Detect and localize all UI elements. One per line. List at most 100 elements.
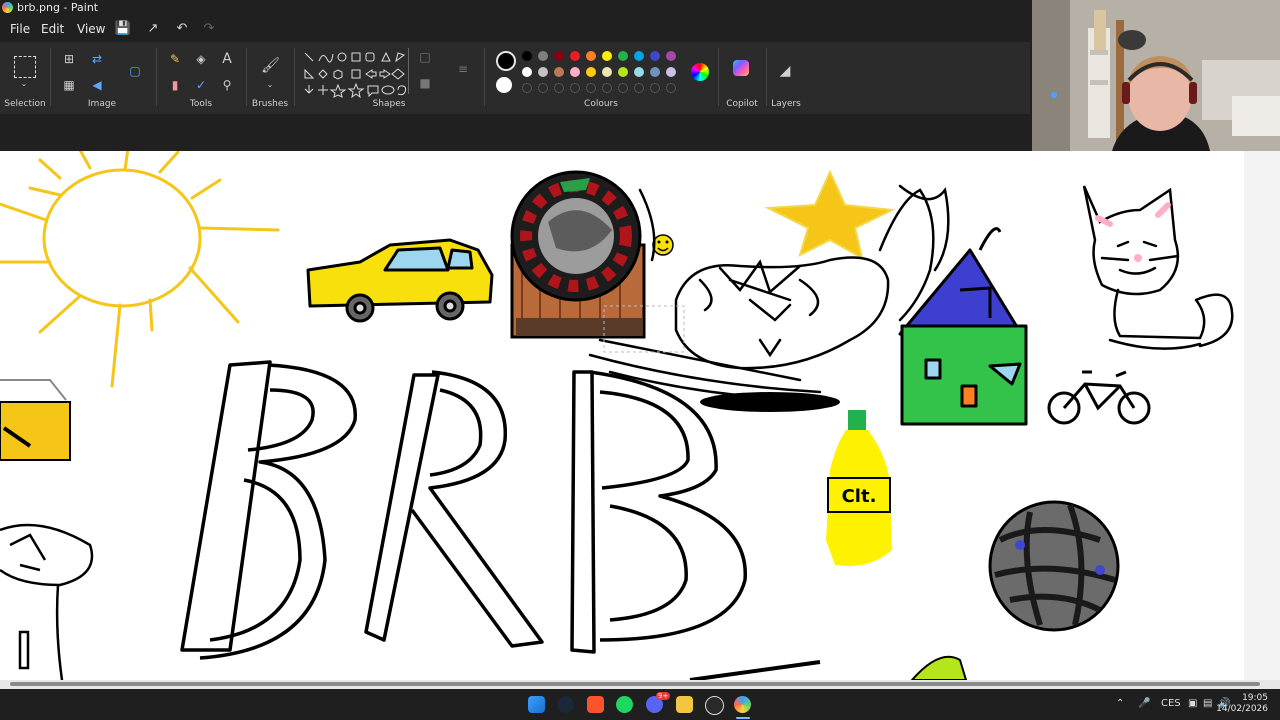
- shapes-label: Shapes: [372, 99, 406, 109]
- clock[interactable]: 19:05 14/02/2026: [1216, 693, 1268, 715]
- colour-swatch[interactable]: [650, 51, 660, 61]
- selection-label: Selection: [4, 99, 46, 109]
- start-icon[interactable]: [528, 696, 545, 713]
- share-icon[interactable]: ↗: [144, 20, 162, 38]
- colour-swatch[interactable]: [666, 51, 676, 61]
- spotify-icon[interactable]: [616, 696, 633, 713]
- custom-colour-slot[interactable]: [538, 83, 548, 93]
- color-picker-icon[interactable]: ✓: [192, 76, 210, 94]
- colour-swatch[interactable]: [634, 51, 644, 61]
- rotate-icon[interactable]: ◀: [88, 76, 106, 94]
- colour-swatch[interactable]: [554, 51, 564, 61]
- pencil-icon[interactable]: ✎: [166, 50, 184, 68]
- ball-drawing: [988, 500, 1120, 632]
- crop-icon[interactable]: ⊞: [60, 50, 78, 68]
- colour-swatch[interactable]: [522, 67, 532, 77]
- primary-color[interactable]: [496, 51, 516, 71]
- colour-swatch[interactable]: [570, 67, 580, 77]
- brushes-label: Brushes: [251, 99, 289, 109]
- scrollbar-thumb[interactable]: [10, 682, 1260, 686]
- chevron-up-icon[interactable]: ⌃: [1116, 698, 1124, 709]
- custom-colour-slot[interactable]: [634, 83, 644, 93]
- text-tool-icon[interactable]: A: [218, 50, 236, 68]
- bottle-label-text: Clt.: [842, 486, 877, 507]
- colour-swatch[interactable]: [634, 67, 644, 77]
- stroke-size-icon: ≡: [457, 62, 469, 76]
- copilot-label: Copilot: [726, 99, 758, 109]
- eraser-icon[interactable]: ▮: [166, 76, 184, 94]
- undo-icon[interactable]: ↶: [173, 20, 191, 38]
- colour-swatch[interactable]: [618, 51, 628, 61]
- save-icon[interactable]: 💾: [114, 20, 132, 38]
- edit-colours-icon[interactable]: [691, 63, 709, 81]
- colours-label: Colours: [584, 99, 618, 109]
- menu-edit[interactable]: Edit: [41, 22, 64, 36]
- colours-group: Colours: [486, 42, 716, 114]
- fill-icon[interactable]: ◈: [192, 50, 210, 68]
- bicycle-drawing: [1047, 370, 1151, 425]
- shapes-group: □ ■ ≡ Shapes: [296, 42, 482, 114]
- window-title: brb.png - Paint: [17, 1, 99, 14]
- magnifier-icon[interactable]: ⚲: [218, 76, 236, 94]
- display-icon[interactable]: ▣: [1188, 698, 1197, 709]
- partial-object-drawing: [0, 379, 71, 461]
- image-group: ⊞ ⇄ ▦ ◀ ▢ Image: [52, 42, 152, 114]
- colour-swatch[interactable]: [602, 51, 612, 61]
- resize-icon[interactable]: ⇄: [88, 50, 106, 68]
- colour-swatch[interactable]: [666, 67, 676, 77]
- copilot-group: Copilot: [720, 42, 764, 114]
- menu-file[interactable]: File: [10, 22, 30, 36]
- colour-swatch[interactable]: [650, 67, 660, 77]
- custom-colour-slot[interactable]: [618, 83, 628, 93]
- custom-colour-slot[interactable]: [650, 83, 660, 93]
- menu-bar: File Edit View 💾 ↗ ↶ ↷: [0, 16, 1030, 42]
- shapes-gallery[interactable]: [302, 50, 410, 100]
- file-explorer-icon[interactable]: [676, 696, 693, 713]
- drawing-canvas[interactable]: Clt.: [0, 151, 1244, 680]
- brave-icon[interactable]: [587, 696, 604, 713]
- chevron-down-icon[interactable]: ⌄: [15, 75, 33, 93]
- select-all-icon[interactable]: ▦: [60, 76, 78, 94]
- colour-swatch[interactable]: [538, 51, 548, 61]
- layers-group: ◢ Layers: [768, 42, 804, 114]
- tools-group: ✎ ◈ A ▮ ✓ ⚲ Tools: [158, 42, 244, 114]
- star-drawing: [764, 169, 896, 260]
- microphone-icon[interactable]: 🎤: [1138, 698, 1150, 709]
- custom-colour-slot[interactable]: [586, 83, 596, 93]
- webcam-overlay: [1032, 0, 1280, 151]
- custom-colour-slot[interactable]: [666, 83, 676, 93]
- colour-swatch[interactable]: [602, 67, 612, 77]
- image-creator-icon[interactable]: ▢: [126, 62, 144, 80]
- colour-swatch[interactable]: [570, 51, 580, 61]
- colour-swatch[interactable]: [618, 67, 628, 77]
- copilot-icon[interactable]: [733, 60, 749, 76]
- bottle-drawing: Clt.: [826, 410, 892, 566]
- chevron-down-icon[interactable]: ⌄: [261, 76, 279, 94]
- colour-swatch[interactable]: [586, 51, 596, 61]
- colour-swatch[interactable]: [554, 67, 564, 77]
- custom-colour-slot[interactable]: [554, 83, 564, 93]
- clock-date: 14/02/2026: [1216, 704, 1268, 714]
- discord-badge: 9+: [656, 692, 671, 700]
- custom-colour-slot[interactable]: [570, 83, 580, 93]
- brb-letters-drawing: [180, 360, 747, 660]
- webcam-feed-image: [1032, 0, 1280, 151]
- language-indicator[interactable]: CES: [1161, 698, 1181, 709]
- custom-colour-slot[interactable]: [602, 83, 612, 93]
- network-icon[interactable]: ▤: [1203, 698, 1212, 709]
- colour-swatch[interactable]: [538, 67, 548, 77]
- layers-icon[interactable]: ◢: [776, 62, 794, 80]
- horizontal-scrollbar[interactable]: [0, 680, 1280, 689]
- menu-view[interactable]: View: [77, 22, 105, 36]
- house-drawing: [898, 227, 1028, 426]
- steam-icon[interactable]: [557, 696, 574, 713]
- secondary-color[interactable]: [496, 77, 512, 93]
- colour-swatch[interactable]: [522, 51, 532, 61]
- app-icon[interactable]: [705, 696, 724, 715]
- colour-swatch[interactable]: [586, 67, 596, 77]
- drawing-artwork[interactable]: Clt.: [0, 151, 1244, 680]
- paint-taskbar-icon[interactable]: [734, 696, 751, 713]
- taskbar: 9+ ⌃ 🎤 CES ▣ ▤ 🔊 19:05 14/02/2026: [0, 689, 1280, 720]
- custom-colour-slot[interactable]: [522, 83, 532, 93]
- brush-icon[interactable]: 🖌: [261, 56, 280, 74]
